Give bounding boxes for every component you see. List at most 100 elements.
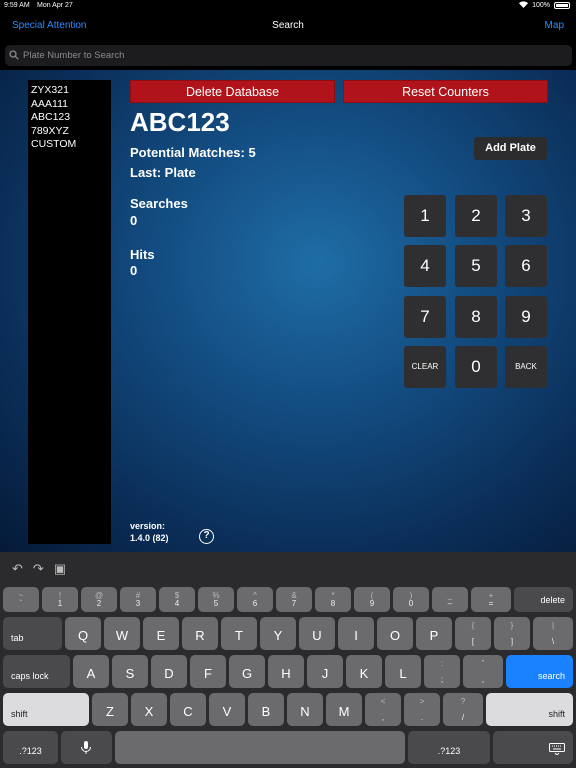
search-bar [0,42,576,70]
key-8[interactable]: * 8 [315,587,351,612]
last-search: Last: Plate [130,165,196,180]
keyboard-dismiss-icon[interactable] [493,731,573,764]
key-close-bracket[interactable]: }] [494,617,530,650]
battery-percent: 100% [532,2,550,9]
delete-database-button[interactable]: Delete Database [130,80,335,103]
navigation-bar: Special Attention Search Map [0,12,576,42]
keypad-0[interactable]: 0 [455,346,497,388]
key-a[interactable]: A [73,655,109,688]
key-x[interactable]: X [131,693,167,726]
key-p[interactable]: P [416,617,452,650]
key-9[interactable]: (9 [354,587,390,612]
key-t[interactable]: T [221,617,257,650]
key-g[interactable]: G [229,655,265,688]
key-d[interactable]: D [151,655,187,688]
add-plate-button[interactable]: Add Plate [474,137,547,160]
key-u[interactable]: U [299,617,335,650]
key-backslash[interactable]: | \ [533,617,573,650]
search-field[interactable] [5,45,572,66]
key-period[interactable]: >. [404,693,440,726]
keypad-2[interactable]: 2 [455,195,497,237]
space-bar[interactable] [115,731,405,764]
key-j[interactable]: J [307,655,343,688]
searches-label: Searches [130,196,188,211]
redo-icon[interactable]: ↷ [33,561,44,577]
key-equals[interactable]: + = [471,587,511,612]
keypad-3[interactable]: 3 [505,195,547,237]
reset-counters-button[interactable]: Reset Counters [343,80,548,103]
battery-icon [554,2,570,9]
key-semicolon[interactable]: :; [424,655,460,688]
main-panel: ZYX321 AAA111 ABC123 789XYZ CUSTOM Delet… [0,70,576,552]
key-1[interactable]: ! 1 [42,587,78,612]
key-quote[interactable]: ”, [463,655,503,688]
list-item[interactable]: 789XYZ [31,125,108,139]
map-button[interactable]: Map [545,20,564,31]
key-z[interactable]: Z [92,693,128,726]
searches-value: 0 [130,213,138,228]
key-n[interactable]: N [287,693,323,726]
key-r[interactable]: R [182,617,218,650]
key-e[interactable]: E [143,617,179,650]
keypad-clear[interactable]: CLEAR [404,346,446,388]
key-y[interactable]: Y [260,617,296,650]
list-item[interactable]: AAA111 [31,98,108,112]
search-input[interactable] [23,50,572,61]
key-backtick[interactable]: ~ ` [3,587,39,612]
microphone-icon[interactable] [61,731,112,764]
key-7[interactable]: & 7 [276,587,312,612]
key-o[interactable]: O [377,617,413,650]
shift-left-key[interactable]: shift [3,693,89,726]
numbers-key-left[interactable]: .?123 [3,731,58,764]
key-h[interactable]: H [268,655,304,688]
key-l[interactable]: L [385,655,421,688]
paste-icon[interactable]: ▣ [54,561,66,577]
key-m[interactable]: M [326,693,362,726]
keypad-1[interactable]: 1 [404,195,446,237]
numbers-key-right[interactable]: .?123 [408,731,490,764]
key-c[interactable]: C [170,693,206,726]
search-key[interactable]: search [506,655,573,688]
keypad-4[interactable]: 4 [404,245,446,287]
key-5[interactable]: % 5 [198,587,234,612]
list-item[interactable]: ABC123 [31,111,108,125]
key-0[interactable]: ) 0 [393,587,429,612]
key-2[interactable]: @2 [81,587,117,612]
keypad-9[interactable]: 9 [505,296,547,338]
key-4[interactable]: $4 [159,587,195,612]
key-open-bracket[interactable]: {[ [455,617,491,650]
keypad-8[interactable]: 8 [455,296,497,338]
undo-icon[interactable]: ↶ [12,561,23,577]
page-title: Search [272,20,304,31]
keypad-6[interactable]: 6 [505,245,547,287]
keypad-5[interactable]: 5 [455,245,497,287]
key-b[interactable]: B [248,693,284,726]
caps-lock-key[interactable]: caps lock [3,655,70,688]
version-info: version: 1.4.0 (82) [130,520,169,544]
key-comma[interactable]: <, [365,693,401,726]
key-s[interactable]: S [112,655,148,688]
list-item[interactable]: CUSTOM [31,138,108,152]
status-time: 9:59 AM [4,2,30,9]
shift-right-key[interactable]: shift [486,693,573,726]
list-item[interactable]: ZYX321 [31,84,108,98]
key-v[interactable]: V [209,693,245,726]
keyboard-toolbar: ↶ ↷ ▣ [12,561,66,577]
key-w[interactable]: W [104,617,140,650]
potential-matches: Potential Matches: 5 [130,145,256,160]
key-3[interactable]: #3 [120,587,156,612]
plate-list[interactable]: ZYX321 AAA111 ABC123 789XYZ CUSTOM [28,80,111,544]
key-6[interactable]: ^ 6 [237,587,273,612]
delete-key[interactable]: delete [514,587,573,612]
key-q[interactable]: Q [65,617,101,650]
keypad-back[interactable]: BACK [505,346,547,388]
key-k[interactable]: K [346,655,382,688]
tab-key[interactable]: tab [3,617,62,650]
key-i[interactable]: I [338,617,374,650]
key-f[interactable]: F [190,655,226,688]
key-slash[interactable]: ? / [443,693,483,726]
help-button[interactable]: ? [199,529,214,544]
keypad-7[interactable]: 7 [404,296,446,338]
key-minus[interactable]: _ – [432,587,468,612]
onscreen-keyboard: ↶ ↷ ▣ ~ ` ! 1 @2 #3 $4 % 5 ^ 6 & 7 * 8 (9 ) 0 _… [0,552,576,768]
